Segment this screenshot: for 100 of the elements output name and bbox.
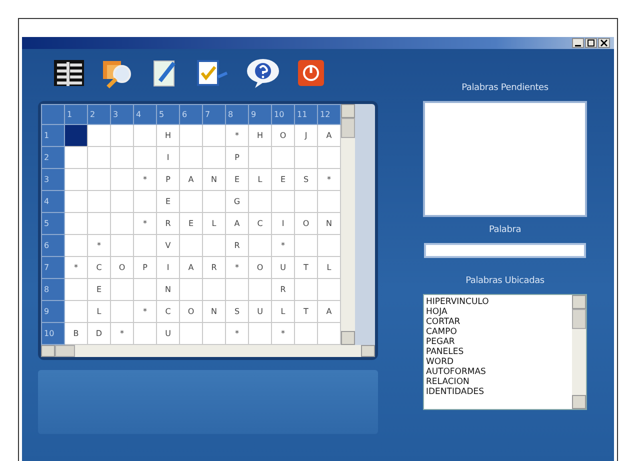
letter-cell[interactable]: * xyxy=(134,168,156,190)
power-icon[interactable] xyxy=(296,58,326,88)
letter-cell[interactable]: I xyxy=(156,146,180,168)
empty-cell[interactable] xyxy=(110,300,134,322)
letter-cell[interactable]: I xyxy=(272,212,294,234)
letter-cell[interactable]: A xyxy=(180,168,202,190)
letter-cell[interactable]: R xyxy=(156,212,180,234)
empty-cell[interactable] xyxy=(110,146,134,168)
word-input-field[interactable] xyxy=(424,243,586,258)
letter-cell[interactable]: G xyxy=(226,190,248,212)
close-button[interactable] xyxy=(598,38,610,48)
letter-cell[interactable]: C xyxy=(156,300,180,322)
letter-cell[interactable]: H xyxy=(248,124,272,146)
letter-cell[interactable]: P xyxy=(226,146,248,168)
letter-cell[interactable]: S xyxy=(294,168,318,190)
letter-cell[interactable]: E xyxy=(272,168,294,190)
vertical-scrollbar[interactable] xyxy=(341,104,355,345)
empty-cell[interactable] xyxy=(248,278,272,300)
empty-cell[interactable] xyxy=(248,234,272,256)
letter-cell[interactable]: * xyxy=(226,124,248,146)
list-item[interactable]: WORD xyxy=(426,357,572,367)
horizontal-scrollbar[interactable] xyxy=(41,345,375,357)
empty-cell[interactable] xyxy=(226,278,248,300)
letter-cell[interactable]: U xyxy=(248,300,272,322)
letter-cell[interactable]: * xyxy=(134,212,156,234)
grid-icon[interactable] xyxy=(52,58,86,88)
checklist-icon[interactable] xyxy=(194,57,230,89)
help-icon[interactable] xyxy=(244,57,282,89)
empty-cell[interactable] xyxy=(202,146,226,168)
letter-cell[interactable]: E xyxy=(226,168,248,190)
list-scrollbar[interactable] xyxy=(572,295,586,409)
letter-cell[interactable]: R xyxy=(202,256,226,278)
letter-cell[interactable]: E xyxy=(88,278,110,300)
empty-cell[interactable] xyxy=(202,234,226,256)
letter-cell[interactable]: U xyxy=(272,256,294,278)
list-item[interactable]: HOJA xyxy=(426,307,572,317)
maximize-button[interactable] xyxy=(585,38,597,48)
empty-cell[interactable] xyxy=(180,124,202,146)
letter-cell[interactable]: O xyxy=(248,256,272,278)
letter-cell[interactable]: O xyxy=(272,124,294,146)
empty-cell[interactable] xyxy=(134,190,156,212)
empty-cell[interactable] xyxy=(110,190,134,212)
empty-cell[interactable] xyxy=(88,212,110,234)
letter-cell[interactable]: * xyxy=(226,256,248,278)
letter-cell[interactable]: L xyxy=(88,300,110,322)
list-item[interactable]: IDENTIDADES xyxy=(426,387,572,397)
letter-cell[interactable]: H xyxy=(156,124,180,146)
empty-cell[interactable] xyxy=(202,124,226,146)
letter-cell[interactable]: T xyxy=(294,256,318,278)
letter-cell[interactable]: O xyxy=(110,256,134,278)
letter-cell[interactable]: O xyxy=(180,300,202,322)
letter-cell[interactable]: J xyxy=(294,124,318,146)
letter-cell[interactable]: C xyxy=(248,212,272,234)
empty-cell[interactable] xyxy=(180,146,202,168)
letter-cell[interactable]: R xyxy=(272,278,294,300)
empty-cell[interactable] xyxy=(294,190,318,212)
empty-cell[interactable] xyxy=(294,278,318,300)
empty-cell[interactable] xyxy=(294,146,318,168)
letter-cell[interactable]: E xyxy=(156,190,180,212)
letter-cell[interactable]: A xyxy=(180,256,202,278)
letter-cell[interactable]: * xyxy=(134,300,156,322)
list-item[interactable]: PANELES xyxy=(426,347,572,357)
empty-cell[interactable] xyxy=(134,146,156,168)
letter-cell[interactable]: * xyxy=(64,256,88,278)
empty-cell[interactable] xyxy=(180,278,202,300)
empty-cell[interactable] xyxy=(202,190,226,212)
empty-cell[interactable] xyxy=(180,234,202,256)
letter-cell[interactable]: S xyxy=(226,300,248,322)
empty-cell[interactable] xyxy=(88,168,110,190)
letter-cell[interactable]: N xyxy=(202,300,226,322)
empty-cell[interactable] xyxy=(88,146,110,168)
list-item[interactable]: HIPERVINCULO xyxy=(426,297,572,307)
empty-cell[interactable] xyxy=(272,146,294,168)
empty-cell[interactable] xyxy=(294,234,318,256)
empty-cell[interactable] xyxy=(134,234,156,256)
empty-cell[interactable] xyxy=(110,278,134,300)
letter-cell[interactable]: O xyxy=(294,212,318,234)
minimize-button[interactable] xyxy=(572,38,584,48)
letter-cell[interactable]: P xyxy=(156,168,180,190)
letter-cell[interactable]: L xyxy=(272,300,294,322)
letter-cell[interactable]: A xyxy=(226,212,248,234)
list-item[interactable]: CORTAR xyxy=(426,317,572,327)
empty-cell[interactable] xyxy=(110,168,134,190)
letter-cell[interactable]: V xyxy=(156,234,180,256)
list-item[interactable]: CAMPO xyxy=(426,327,572,337)
empty-cell[interactable] xyxy=(248,146,272,168)
letter-cell[interactable]: N xyxy=(156,278,180,300)
empty-cell[interactable] xyxy=(248,190,272,212)
list-item[interactable]: PEGAR xyxy=(426,337,572,347)
letter-cell[interactable]: E xyxy=(180,212,202,234)
empty-cell[interactable] xyxy=(272,190,294,212)
letter-cell[interactable]: T xyxy=(294,300,318,322)
letter-cell[interactable]: * xyxy=(272,234,294,256)
letter-cell[interactable]: C xyxy=(88,256,110,278)
letter-cell[interactable]: N xyxy=(202,168,226,190)
empty-cell[interactable] xyxy=(88,190,110,212)
letter-cell[interactable]: I xyxy=(156,256,180,278)
list-item[interactable]: AUTOFORMAS xyxy=(426,367,572,377)
empty-cell[interactable] xyxy=(202,278,226,300)
empty-cell[interactable] xyxy=(110,124,134,146)
